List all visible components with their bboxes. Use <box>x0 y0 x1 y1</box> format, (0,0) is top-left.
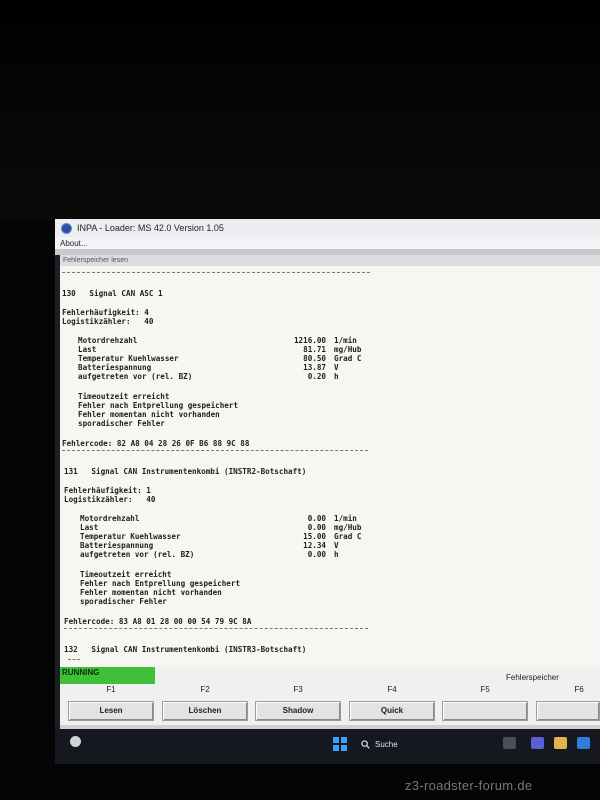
window-titlebar: INPA - Loader: MS 42.0 Version 1.05 <box>55 219 600 237</box>
weather-widget-icon[interactable] <box>70 736 81 747</box>
value-label: Last <box>80 523 99 532</box>
menu-about[interactable]: About... <box>60 239 88 248</box>
error-header: 131 Signal CAN Instrumentenkombi (INSTR2… <box>64 467 307 476</box>
function-key-bar: F1 Lesen F2 Löschen F3 Shadow F4 Quick F… <box>60 685 600 725</box>
f6-button[interactable] <box>536 701 600 721</box>
value-number: 15.00 <box>303 532 326 541</box>
status-text: Timeoutzeit erreicht <box>80 570 172 579</box>
menu-bar: About... <box>55 237 600 249</box>
value-label: Motordrehzahl <box>78 336 138 345</box>
f5-button[interactable] <box>442 701 528 721</box>
value-unit: h <box>334 372 339 381</box>
file-explorer-icon[interactable] <box>554 737 567 749</box>
shadow-button[interactable]: Shadow <box>255 701 341 721</box>
fkey-label: F3 <box>293 685 303 694</box>
background-dark <box>0 0 600 220</box>
value-number: 0.00 <box>307 523 326 532</box>
status-text: Fehler momentan nicht vorhanden <box>80 588 222 597</box>
error-code: Fehlercode: 83 A8 01 28 00 00 54 79 9C 8… <box>64 617 252 626</box>
value-unit: Grad C <box>334 354 362 363</box>
value-number: 0.00 <box>307 550 326 559</box>
value-number: 0.00 <box>307 514 326 523</box>
status-text: Fehler momentan nicht vorhanden <box>78 410 220 419</box>
error-memory-output: 130 Signal CAN ASC 1 Fehlerhäufigkeit: 4… <box>60 266 600 667</box>
value-number: 1216.00 <box>293 336 326 345</box>
watermark-text: z3-roadster-forum.de <box>405 778 533 793</box>
error-header: 132 Signal CAN Instrumentenkombi (INSTR3… <box>64 645 307 654</box>
monitor-screen: INPA - Loader: MS 42.0 Version 1.05 Abou… <box>55 219 600 764</box>
value-number: 80.50 <box>303 354 326 363</box>
app-logo-icon <box>61 222 72 234</box>
value-label: Temperatur Kuehlwasser <box>78 354 179 363</box>
value-number: 13.87 <box>303 363 326 372</box>
value-label: Temperatur Kuehlwasser <box>80 532 181 541</box>
mode-label: Fehlerspeicher <box>506 673 559 682</box>
value-unit: V <box>334 541 339 550</box>
separator-line <box>62 450 368 451</box>
status-text: Timeoutzeit erreicht <box>78 392 170 401</box>
fkey-label: F2 <box>200 685 210 694</box>
fkey-label: F1 <box>106 685 116 694</box>
value-label: Motordrehzahl <box>80 514 140 523</box>
value-unit: 1/min <box>334 514 357 523</box>
value-unit: V <box>334 363 339 372</box>
error-header: 130 Signal CAN ASC 1 <box>62 289 163 298</box>
error-counter: Logistikzähler: 40 <box>62 317 154 326</box>
separator-line <box>64 628 368 629</box>
windows-start-icon[interactable] <box>333 737 347 751</box>
error-frequency: Fehlerhäufigkeit: 1 <box>64 486 151 495</box>
value-label: aufgetreten vor (rel. BZ) <box>80 550 195 559</box>
quick-button[interactable]: Quick <box>349 701 435 721</box>
app-icon[interactable] <box>577 737 590 749</box>
fkey-label: F6 <box>574 685 584 694</box>
taskbar: Suche <box>55 729 600 764</box>
value-number: 12.34 <box>303 541 326 550</box>
lesen-button[interactable]: Lesen <box>68 701 154 721</box>
loeschen-button[interactable]: Löschen <box>162 701 248 721</box>
panel-title: Fehlerspeicher lesen <box>60 255 600 266</box>
teams-icon[interactable] <box>531 737 544 749</box>
value-label: Batteriespannung <box>80 541 154 550</box>
value-number: 81.71 <box>303 345 326 354</box>
task-view-icon[interactable] <box>503 737 516 749</box>
window-title: INPA - Loader: MS 42.0 Version 1.05 <box>77 223 224 233</box>
value-label: aufgetreten vor (rel. BZ) <box>78 372 193 381</box>
error-counter: Logistikzähler: 40 <box>64 495 156 504</box>
value-unit: 1/min <box>334 336 357 345</box>
fkey-label: F4 <box>387 685 397 694</box>
separator-line <box>62 272 370 273</box>
status-text: sporadischer Fehler <box>80 597 167 606</box>
search-label: Suche <box>375 739 398 749</box>
value-unit: h <box>334 550 339 559</box>
status-text: sporadischer Fehler <box>78 419 165 428</box>
value-label: Batteriespannung <box>78 363 152 372</box>
value-unit: mg/Hub <box>334 523 362 532</box>
error-code: Fehlercode: 82 A8 04 28 26 0F B6 88 9C 8… <box>62 439 250 448</box>
value-unit: Grad C <box>334 532 362 541</box>
value-number: 0.20 <box>307 372 326 381</box>
error-frequency: Fehlerhäufigkeit: 4 <box>62 308 149 317</box>
separator-line <box>68 659 80 660</box>
status-text: Fehler nach Entprellung gespeichert <box>80 579 241 588</box>
taskbar-search[interactable]: Suche <box>361 737 431 751</box>
running-indicator: RUNNING <box>60 667 155 684</box>
status-text: Fehler nach Entprellung gespeichert <box>78 401 239 410</box>
search-icon <box>361 739 370 749</box>
value-label: Last <box>78 345 97 354</box>
value-unit: mg/Hub <box>334 345 362 354</box>
status-bar: RUNNING Fehlerspeicher <box>60 667 600 685</box>
fkey-label: F5 <box>480 685 490 694</box>
